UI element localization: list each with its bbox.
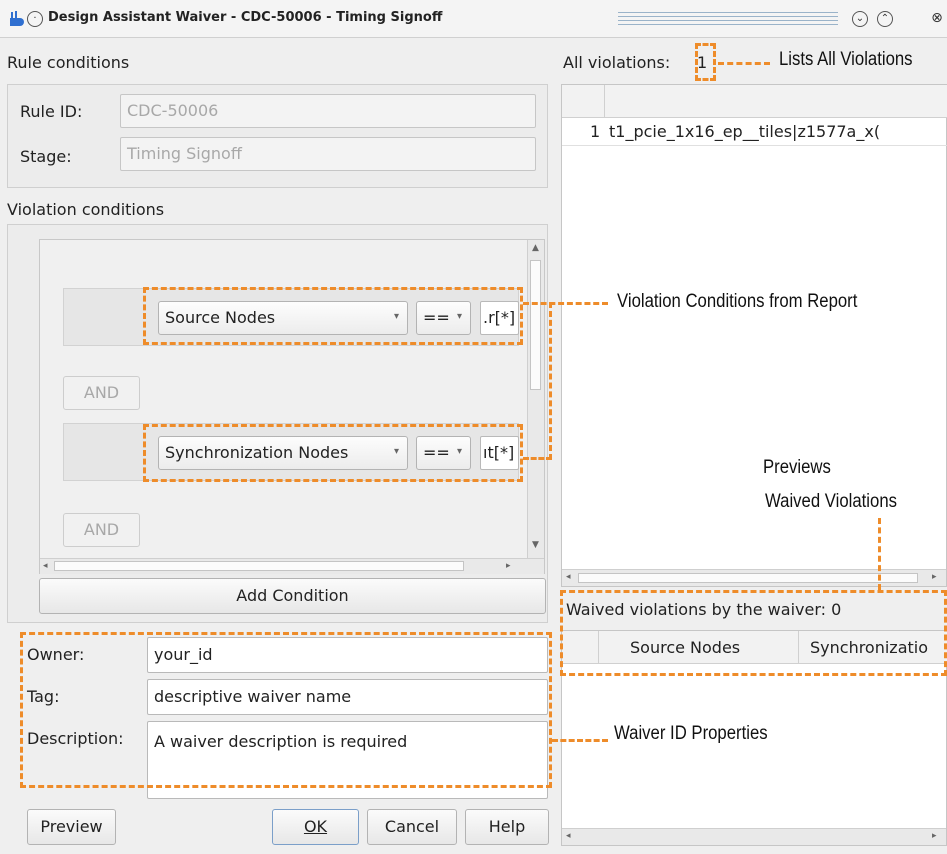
scrollbar-thumb[interactable] bbox=[54, 561, 464, 571]
row-index: 1 bbox=[590, 122, 601, 141]
row-violation: t1_pcie_1x16_ep__tiles|z1577a_x( bbox=[609, 122, 881, 141]
ok-button[interactable]: OK bbox=[272, 809, 359, 845]
cancel-label: Cancel bbox=[384, 817, 440, 836]
annotation-leader bbox=[878, 518, 881, 590]
annotation-box-condition-2 bbox=[143, 424, 523, 482]
and-button[interactable]: AND bbox=[63, 376, 140, 410]
scroll-down-icon[interactable]: ▼ bbox=[532, 540, 539, 550]
table-header bbox=[562, 85, 947, 118]
table-row[interactable]: 1 t1_pcie_1x16_ep__tiles|z1577a_x( bbox=[562, 118, 947, 146]
preview-button[interactable]: Preview bbox=[27, 809, 116, 845]
annotation-lists-all: Lists All Violations bbox=[779, 49, 913, 70]
annotation-box-properties bbox=[20, 632, 552, 788]
scroll-up-icon[interactable]: ▲ bbox=[532, 243, 539, 253]
scrollbar-thumb[interactable] bbox=[530, 260, 541, 390]
horizontal-scrollbar[interactable]: ◂ ▸ bbox=[40, 558, 544, 574]
scroll-right-icon[interactable]: ▸ bbox=[506, 561, 511, 571]
app-icon bbox=[10, 11, 24, 26]
window-title: Design Assistant Waiver - CDC-50006 - Ti… bbox=[48, 10, 443, 25]
scroll-right-icon[interactable]: ▸ bbox=[932, 831, 937, 841]
horizontal-scrollbar[interactable]: ◂ ▸ bbox=[562, 828, 946, 845]
rule-id-field: CDC-50006 bbox=[120, 94, 536, 128]
rule-id-label: Rule ID: bbox=[20, 102, 83, 121]
cancel-button[interactable]: Cancel bbox=[367, 809, 457, 845]
annotation-box-count bbox=[695, 43, 716, 81]
scrollbar-thumb[interactable] bbox=[578, 573, 918, 583]
scroll-left-icon[interactable]: ◂ bbox=[566, 572, 571, 582]
horizontal-scrollbar[interactable]: ◂ ▸ bbox=[562, 569, 946, 586]
violation-conditions-heading: Violation conditions bbox=[7, 200, 165, 219]
annotation-box-waived bbox=[560, 590, 947, 676]
and-button[interactable]: AND bbox=[63, 513, 140, 547]
title-bar[interactable]: · Design Assistant Waiver - CDC-50006 - … bbox=[0, 0, 947, 38]
annotation-leader bbox=[549, 302, 552, 460]
scroll-left-icon[interactable]: ◂ bbox=[43, 561, 48, 571]
annotation-leader bbox=[523, 457, 552, 460]
annotation-leader bbox=[552, 739, 608, 742]
annotation-box-condition-1 bbox=[143, 287, 523, 345]
annotation-previews-line2: Waived Violations bbox=[765, 491, 897, 512]
annotation-violation-conditions: Violation Conditions from Report bbox=[617, 291, 858, 312]
column-divider bbox=[604, 85, 605, 118]
rule-conditions-group: Rule ID: CDC-50006 Stage: Timing Signoff bbox=[7, 84, 548, 188]
annotation-leader bbox=[718, 62, 770, 65]
window-menu-icon[interactable]: · bbox=[27, 11, 43, 27]
waiver-dialog: · Design Assistant Waiver - CDC-50006 - … bbox=[0, 0, 947, 854]
ok-label: OK bbox=[303, 817, 328, 836]
all-violations-label: All violations: bbox=[563, 53, 671, 72]
annotation-previews-line1: Previews bbox=[763, 457, 831, 478]
minimize-icon[interactable]: ⌄ bbox=[852, 11, 868, 27]
scroll-right-icon[interactable]: ▸ bbox=[932, 572, 937, 582]
maximize-icon[interactable]: ⌃ bbox=[877, 11, 893, 27]
stage-label: Stage: bbox=[20, 147, 72, 166]
close-icon[interactable]: ⊗ bbox=[929, 11, 945, 27]
scroll-left-icon[interactable]: ◂ bbox=[566, 831, 571, 841]
stage-field: Timing Signoff bbox=[120, 137, 536, 171]
rule-conditions-heading: Rule conditions bbox=[7, 53, 130, 72]
title-bar-grip bbox=[618, 12, 838, 26]
help-button[interactable]: Help bbox=[465, 809, 549, 845]
annotation-waiver-id: Waiver ID Properties bbox=[614, 723, 768, 744]
annotation-leader bbox=[523, 302, 608, 305]
vertical-scrollbar[interactable]: ▲ ▼ bbox=[527, 240, 544, 558]
add-condition-button[interactable]: Add Condition bbox=[39, 578, 546, 614]
